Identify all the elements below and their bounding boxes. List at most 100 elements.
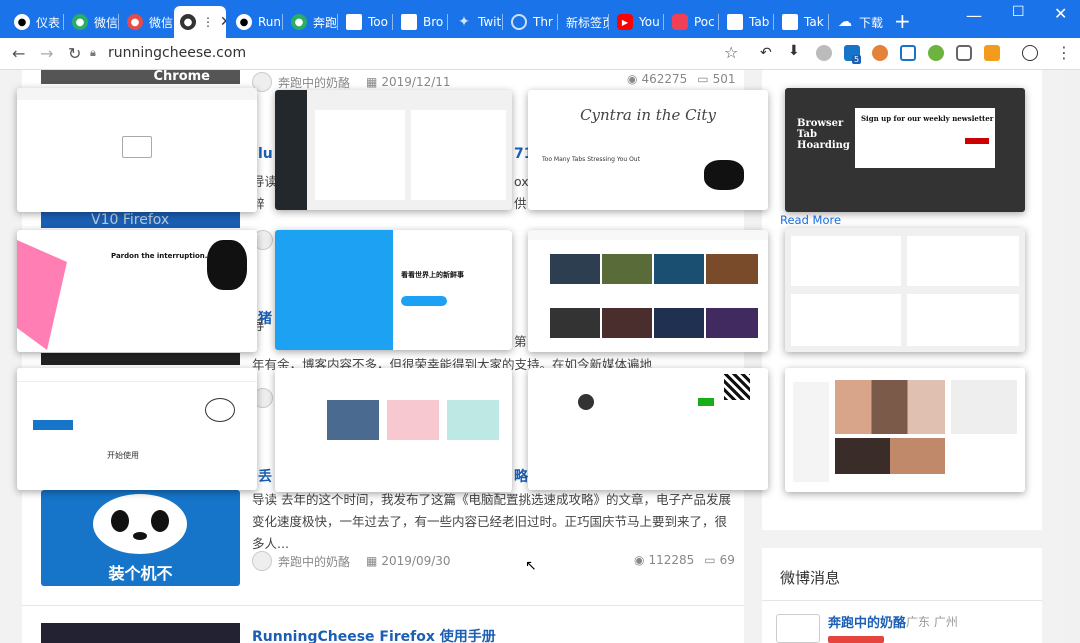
globe-icon (511, 14, 527, 30)
follow-button (698, 398, 714, 406)
maximize-icon[interactable]: ☐ (1012, 4, 1025, 20)
image-tile (327, 400, 379, 440)
tab-item[interactable]: Bro (393, 6, 447, 38)
video-grid-row (550, 308, 758, 338)
tab-item[interactable]: ● 仪表 (6, 6, 62, 38)
tab-thumbnail[interactable] (528, 230, 768, 352)
back-icon[interactable]: ← (12, 44, 25, 63)
thumb-panel: 看看世界上的新鲜事 (393, 230, 512, 350)
weibo-icon: ● (127, 14, 143, 30)
minimize-icon[interactable]: — (966, 6, 982, 25)
tab-thumbnail[interactable]: 看看世界上的新鲜事 (275, 230, 512, 350)
page-icon (727, 14, 743, 30)
twitter-icon: ✦ (458, 14, 470, 30)
new-tab-icon[interactable]: + (894, 9, 911, 33)
tab-item[interactable]: ☁ 下载 (829, 6, 885, 38)
tab-item[interactable]: ● 微信 (119, 6, 173, 38)
image-tile (387, 400, 439, 440)
thumb-panel (907, 236, 1019, 286)
panda-icon (205, 398, 235, 422)
page-icon (401, 14, 417, 30)
tab-item[interactable]: Poc (664, 6, 718, 38)
thumb-panel (907, 294, 1019, 346)
tab-thumbnail-overlay: Cyntra in the City Too Many Tabs Stressi… (0, 70, 1080, 643)
profile-icon[interactable] (1022, 45, 1038, 61)
tab-item[interactable]: Tab (719, 6, 773, 38)
pocket-icon[interactable] (956, 45, 972, 61)
image-tile (447, 400, 499, 440)
tab-thumbnail[interactable] (275, 368, 512, 492)
image-tile (835, 380, 945, 434)
thumb-caption: Pardon the interruption. (111, 252, 208, 260)
tab-thumbnail[interactable] (528, 368, 768, 490)
thumb-caption: 看看世界上的新鲜事 (401, 271, 464, 279)
menu-icon[interactable]: ⋮ (1056, 43, 1072, 62)
tab-thumbnail[interactable]: 开始使用 (17, 368, 257, 490)
forward-icon[interactable]: → (40, 44, 53, 63)
image-tile (951, 380, 1017, 434)
tab-thumbnail[interactable] (785, 368, 1025, 492)
reload-icon[interactable]: ↻ (68, 44, 81, 63)
lock-icon: 🔒︎ (90, 46, 96, 59)
tab-thumbnail[interactable] (785, 228, 1025, 352)
tab-item[interactable]: ● 微信 (64, 6, 118, 38)
tab-thumbnail[interactable]: Browser Tab Hoarding Sign up for our wee… (785, 88, 1025, 212)
youtube-icon: ▶ (617, 14, 633, 30)
fox-extension-icon[interactable] (872, 45, 888, 61)
thumb-sidebar (793, 382, 829, 482)
tab-item[interactable]: ✦ Twit (448, 6, 502, 38)
page-content: Chrome 奔跑中的奶酪 ▦ 2019/12/11 ◉ 462275 ▭ 50… (0, 70, 1080, 643)
thumb-caption: Sign up for our weekly newsletter (861, 114, 994, 123)
close-tab-icon[interactable]: ✕ (220, 14, 226, 30)
tab-thumbnail[interactable]: Pardon the interruption. (17, 230, 257, 352)
circle-extension-icon[interactable] (816, 45, 832, 61)
page-icon (782, 14, 798, 30)
tab-item[interactable]: Too (338, 6, 392, 38)
save-icon[interactable] (900, 45, 916, 61)
tab-item[interactable]: Thr (503, 6, 557, 38)
signup-button (401, 296, 447, 306)
thumb-text: Browser Tab Hoarding (797, 118, 850, 151)
map-graphic (704, 160, 744, 190)
thumb-caption: 开始使用 (107, 451, 139, 460)
download-icon[interactable]: ⬇ (788, 43, 804, 59)
extension-badge: 5 (852, 55, 862, 64)
wp-sidebar (275, 90, 307, 210)
subscribe-button (965, 138, 989, 144)
thumb-header (17, 368, 257, 382)
undo-icon[interactable]: ↶ (760, 45, 776, 61)
thumb-header (17, 88, 257, 100)
close-window-icon[interactable]: ✕ (1054, 4, 1067, 23)
tab-item[interactable]: 新标签页 (558, 6, 608, 38)
thumb-header (528, 230, 768, 240)
green-extension-icon[interactable] (928, 45, 944, 61)
illustration (207, 240, 247, 290)
wechat-icon: ● (291, 14, 307, 30)
tab-item[interactable]: ● Run (228, 6, 282, 38)
address-bar[interactable]: runningcheese.com (108, 45, 246, 61)
tab-thumbnail[interactable]: Cyntra in the City Too Many Tabs Stressi… (528, 90, 768, 210)
thumb-text: Too Many Tabs Stressing You Out (542, 156, 640, 163)
video-grid-row (550, 254, 758, 284)
qr-code (724, 374, 750, 400)
thumb-panel (315, 110, 405, 200)
bookmark-star-icon[interactable]: ☆ (724, 43, 738, 62)
tab-thumbnail[interactable] (275, 90, 512, 210)
panda-icon: ● (14, 14, 30, 30)
tab-thumbnail[interactable] (17, 88, 257, 212)
mouse-cursor-icon: ↖ (525, 558, 537, 574)
tab-item[interactable]: Tak (774, 6, 828, 38)
newsletter-dialog: Sign up for our weekly newsletter (855, 108, 995, 168)
browser-toolbar: ← → ↻ 🔒︎ runningcheese.com ☆ ↶ ⬇ 5 ⋮ (0, 38, 1080, 70)
tab-item[interactable]: ▶ You (609, 6, 663, 38)
thumb-panel (411, 110, 506, 200)
page-icon (346, 14, 362, 30)
tab-item[interactable]: ● 奔跑 (283, 6, 337, 38)
thumb-panel (791, 294, 901, 346)
cloud-icon: ☁ (838, 14, 852, 30)
panda-icon: ● (236, 14, 252, 30)
tab-active[interactable]: ● ⋮ ✕ (174, 6, 226, 38)
illustration (17, 240, 67, 350)
rss-icon[interactable] (984, 45, 1000, 61)
wechat-icon: ● (72, 14, 88, 30)
